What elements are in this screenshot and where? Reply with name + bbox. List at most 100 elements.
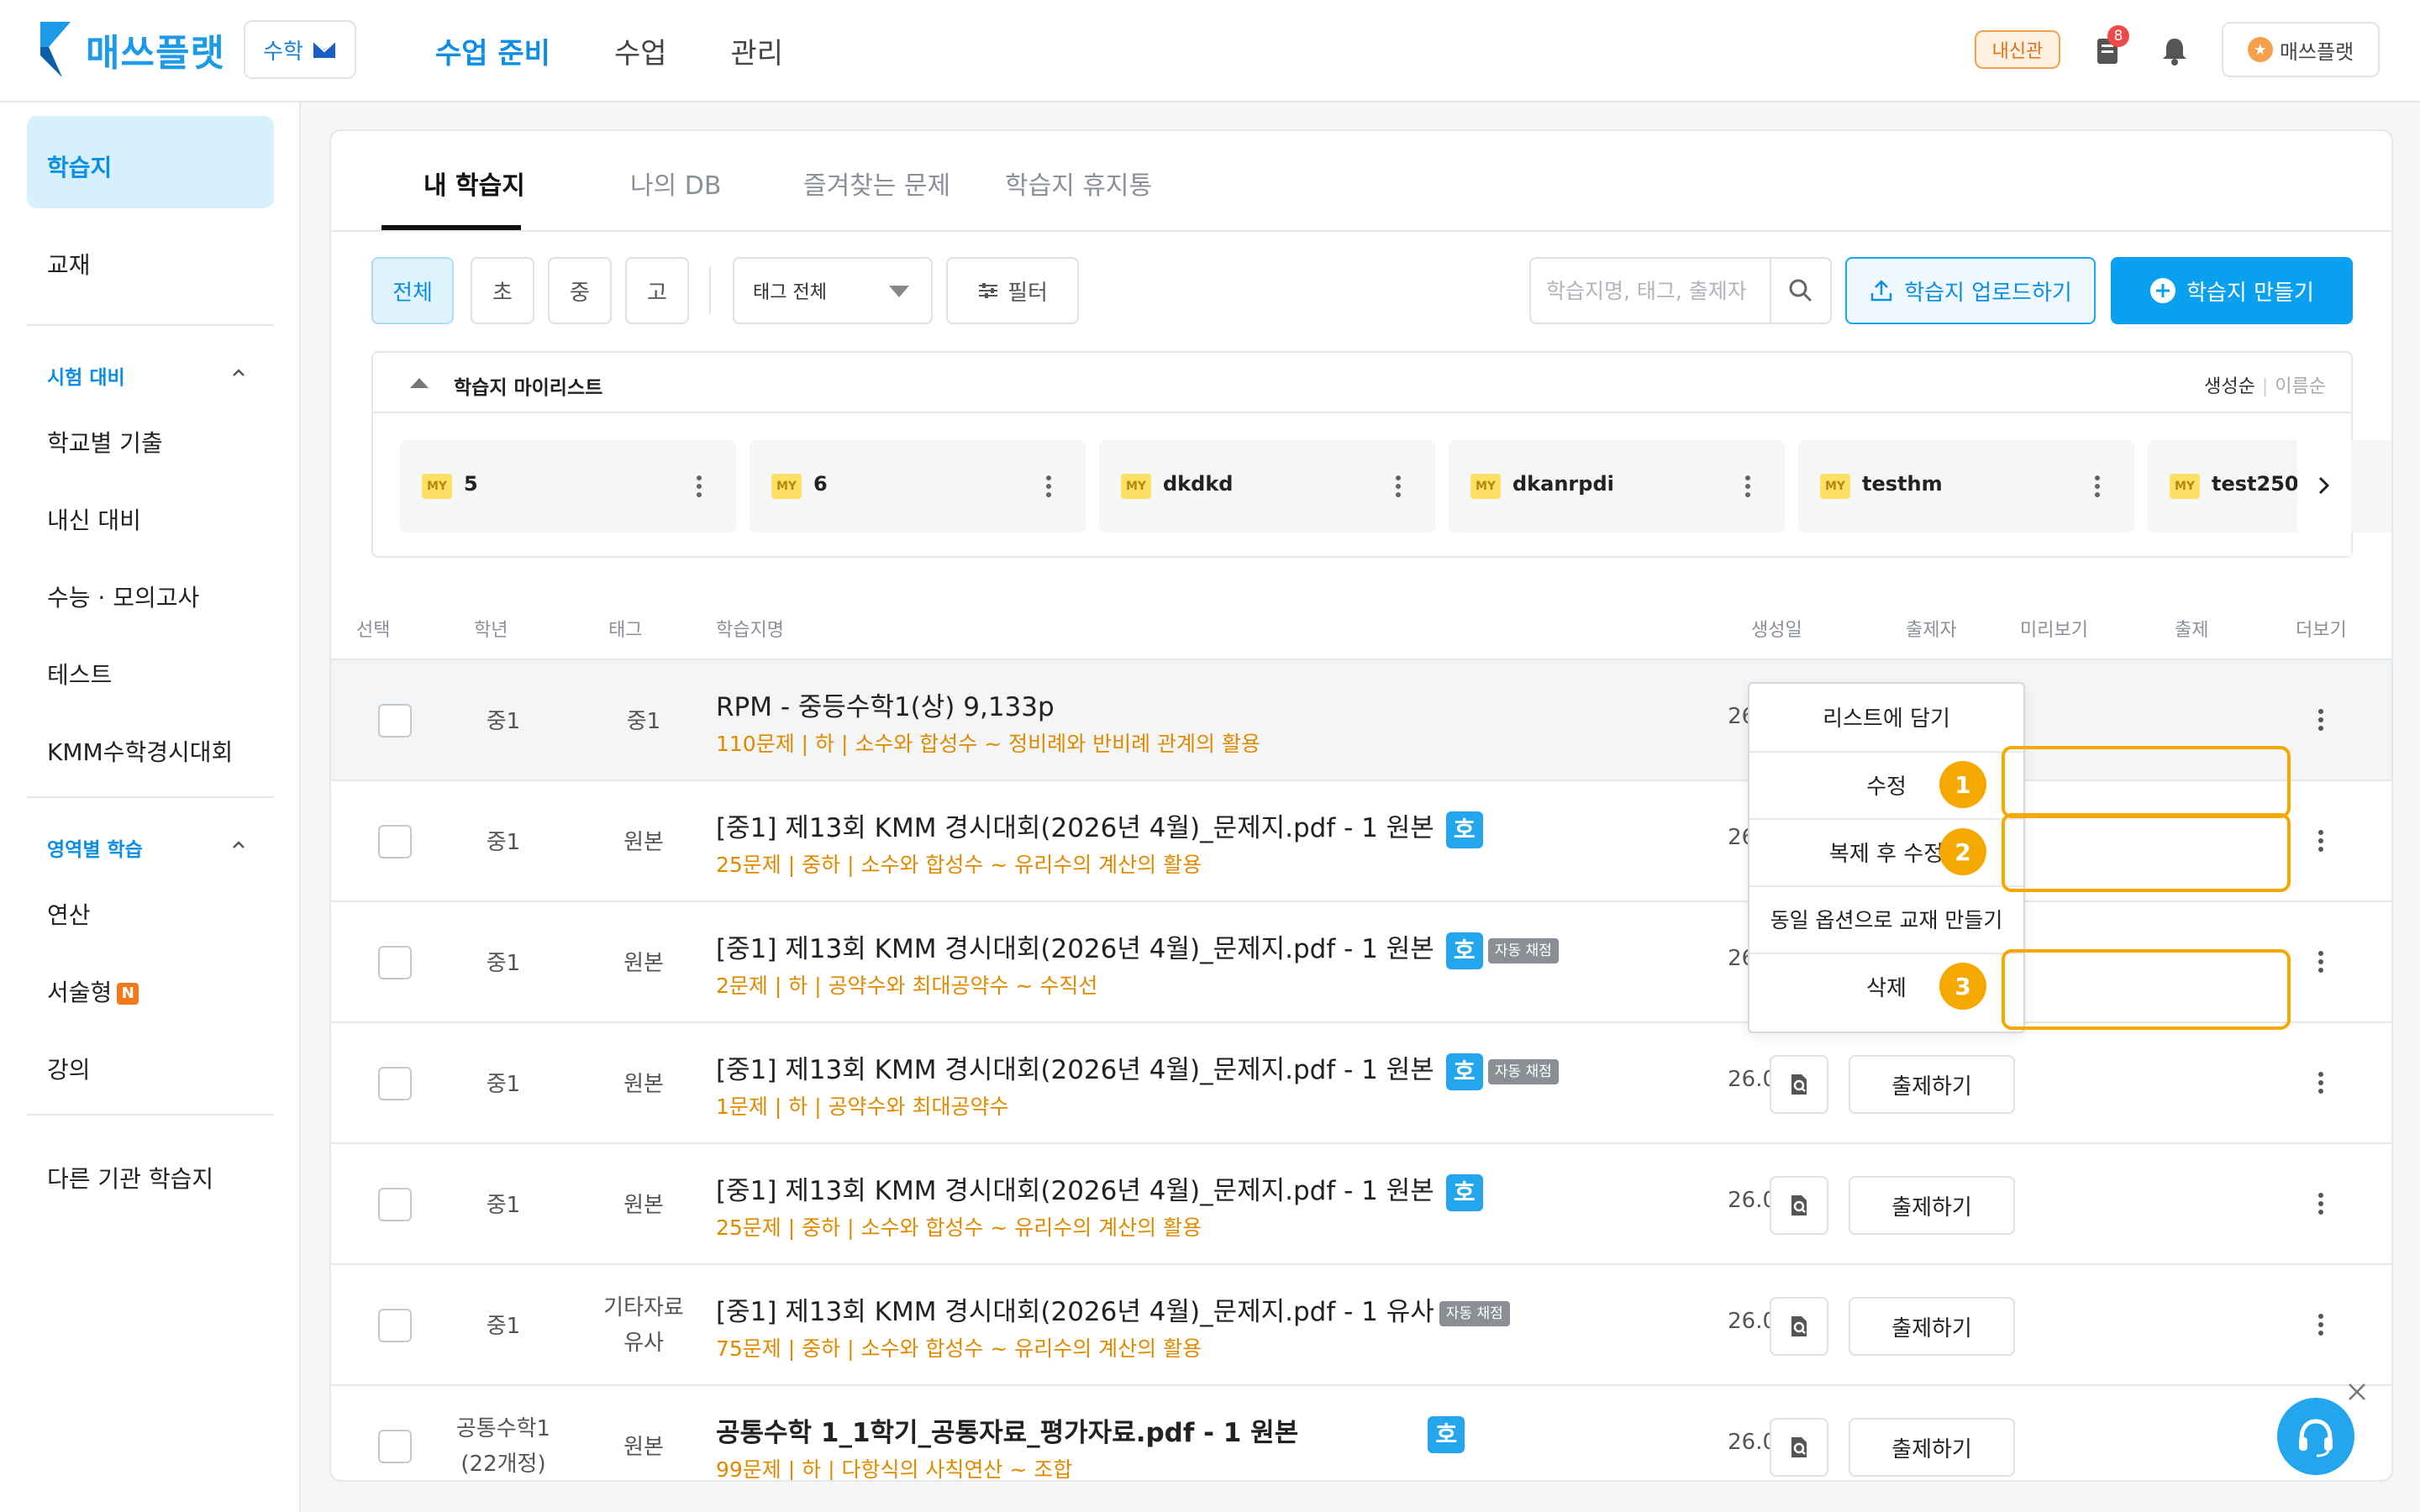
sidebar-item-test[interactable]: 테스트	[47, 657, 112, 690]
worksheet-title[interactable]: [중1] 제13회 KMM 경시대회(2026년 4월)_문제지.pdf - 1…	[716, 1048, 1559, 1090]
sliders-icon	[979, 283, 998, 298]
create-worksheet-button[interactable]: 학습지 만들기	[2111, 257, 2353, 324]
filter-all[interactable]: 전체	[371, 257, 454, 324]
sidebar-item-kmm[interactable]: KMM수학경시대회	[47, 734, 233, 768]
close-icon[interactable]	[2346, 1381, 2368, 1403]
row-tag: 중1	[626, 709, 661, 734]
my-tag-icon: MY	[2170, 474, 2200, 499]
sidebar-item-school-past[interactable]: 학교별 기출	[47, 425, 163, 459]
menu-make-textbook[interactable]: 동일 옵션으로 교재 만들기	[1749, 885, 2023, 951]
row-checkbox[interactable]	[378, 1188, 412, 1221]
collapse-icon[interactable]	[410, 378, 429, 388]
logo[interactable]: 매쓰플랫	[37, 22, 225, 77]
nav-class[interactable]: 수업	[614, 30, 667, 71]
my-tag-icon: MY	[1470, 474, 1501, 499]
chevron-up-icon[interactable]	[229, 835, 249, 855]
kebab-menu-icon[interactable]	[1045, 474, 1052, 499]
nav-manage[interactable]: 관리	[731, 30, 784, 71]
filter-elementary[interactable]: 초	[471, 257, 534, 324]
row-checkbox[interactable]	[378, 1309, 412, 1342]
filter-high[interactable]: 고	[625, 257, 689, 324]
sidebar-item-naesin[interactable]: 내신 대비	[47, 502, 141, 536]
tab-trash[interactable]: 학습지 휴지통	[1005, 165, 1152, 202]
search-input[interactable]	[1531, 259, 1771, 323]
logo-text: 매쓰플랫	[86, 32, 225, 75]
sort-name[interactable]: 이름순	[2275, 376, 2326, 397]
worksheet-title[interactable]: [중1] 제13회 KMM 경시대회(2026년 4월)_문제지.pdf - 1…	[716, 927, 1559, 969]
mylist-chip[interactable]: MY testhm	[1798, 440, 2134, 533]
sidebar-section-exam[interactable]: 시험 대비	[47, 361, 125, 390]
preview-button[interactable]	[1770, 1418, 1828, 1477]
mylist-chip-name: dkanrpdi	[1512, 472, 1614, 496]
sidebar-item-other-org[interactable]: 다른 기관 학습지	[47, 1161, 213, 1194]
preview-button[interactable]	[1770, 1055, 1828, 1114]
kebab-menu-icon[interactable]	[2317, 707, 2324, 732]
row-checkbox[interactable]	[378, 704, 412, 738]
row-grade: 중1	[486, 830, 521, 855]
worksheet-title[interactable]: RPM - 중등수학1(상) 9,133p	[716, 685, 1055, 723]
row-checkbox[interactable]	[378, 1430, 412, 1463]
kebab-menu-icon[interactable]	[2317, 1312, 2324, 1337]
upload-worksheet-button[interactable]: 학습지 업로드하기	[1845, 257, 2096, 324]
sidebar-item-calc[interactable]: 연산	[47, 897, 91, 931]
kebab-menu-icon[interactable]	[2317, 949, 2324, 974]
help-chat-button[interactable]	[2277, 1398, 2354, 1475]
worksheet-meta: 25문제 | 중하 | 소수와 합성수 ~ 유리수의 계산의 활용	[716, 853, 1202, 877]
my-list-title: 학습지 마이리스트	[454, 377, 603, 399]
chevron-up-icon[interactable]	[229, 363, 249, 383]
kebab-menu-icon[interactable]	[2317, 828, 2324, 853]
subject-switch-button[interactable]: 수학	[244, 20, 356, 79]
worksheet-title[interactable]: [중1] 제13회 KMM 경시대회(2026년 4월)_문제지.pdf - 1…	[716, 1169, 1483, 1211]
assign-button[interactable]: 출제하기	[1849, 1297, 2015, 1356]
ho-badge: 호	[1445, 1053, 1483, 1090]
row-checkbox[interactable]	[378, 1067, 412, 1100]
mylist-chip[interactable]: MY 6	[750, 440, 1086, 533]
callout-3: 3	[1939, 963, 1986, 1010]
filter-middle[interactable]: 중	[548, 257, 612, 324]
sidebar-section-area[interactable]: 영역별 학습	[47, 833, 143, 862]
mylist-next-button[interactable]	[2297, 415, 2351, 556]
kebab-menu-icon[interactable]	[1744, 474, 1751, 499]
assign-button[interactable]: 출제하기	[1849, 1176, 2015, 1235]
naesin-button[interactable]: 내신관	[1975, 30, 2060, 69]
kebab-menu-icon[interactable]	[696, 474, 702, 499]
worksheet-title[interactable]: [중1] 제13회 KMM 경시대회(2026년 4월)_문제지.pdf - 1…	[716, 1290, 1510, 1328]
mylist-chip[interactable]: MY dkdkd	[1099, 440, 1435, 533]
menu-add-to-list[interactable]: 리스트에 담기	[1749, 684, 2023, 749]
row-checkbox[interactable]	[378, 946, 412, 979]
filter-button[interactable]: 필터	[946, 257, 1079, 324]
preview-button[interactable]	[1770, 1297, 1828, 1356]
mylist-chip[interactable]: MY dkanrpdi	[1449, 440, 1785, 533]
mylist-chip[interactable]: MY test2502	[2148, 440, 2391, 533]
kebab-menu-icon[interactable]	[2317, 1070, 2324, 1095]
profile-button[interactable]: ★ 매쓰플랫	[2222, 22, 2380, 77]
col-date: 생성일	[1751, 620, 1802, 641]
ho-badge: 호	[1445, 1173, 1483, 1211]
tab-favorites[interactable]: 즐겨찾는 문제	[803, 165, 950, 202]
tab-my-db[interactable]: 나의 DB	[630, 165, 721, 202]
tag-select[interactable]: 태그 전체	[733, 257, 933, 324]
tab-my-worksheet[interactable]: 내 학습지	[424, 165, 525, 202]
kebab-menu-icon[interactable]	[2317, 1191, 2324, 1216]
sidebar-item-lecture[interactable]: 강의	[47, 1052, 91, 1085]
mylist-chip[interactable]: MY 5	[400, 440, 736, 533]
main-nav: 수업 준비 수업 관리	[403, 0, 815, 101]
sidebar-item-textbook[interactable]: 교재	[47, 247, 91, 281]
sidebar-item-essay[interactable]: 서술형 N	[47, 974, 139, 1008]
worksheet-title[interactable]: 공통수학 1_1학기_공통자료_평가자료.pdf - 1 원본 호	[716, 1411, 1465, 1453]
kebab-menu-icon[interactable]	[1395, 474, 1402, 499]
row-checkbox[interactable]	[378, 825, 412, 858]
preview-button[interactable]	[1770, 1176, 1828, 1235]
my-tag-icon: MY	[1121, 474, 1151, 499]
table-row: 공통수학1 (22개정) 원본 공통수학 1_1학기_공통자료_평가자료.pdf - …	[331, 1384, 2391, 1480]
bell-icon[interactable]	[2158, 34, 2191, 67]
chevron-right-icon	[2318, 476, 2330, 495]
worksheet-title[interactable]: [중1] 제13회 KMM 경시대회(2026년 4월)_문제지.pdf - 1…	[716, 806, 1483, 848]
assign-button[interactable]: 출제하기	[1849, 1418, 2015, 1477]
sidebar-item-suneung[interactable]: 수능 · 모의고사	[47, 580, 199, 613]
assign-button[interactable]: 출제하기	[1849, 1055, 2015, 1114]
nav-class-prep[interactable]: 수업 준비	[435, 30, 550, 71]
search-button[interactable]	[1770, 259, 1830, 323]
sort-created[interactable]: 생성순	[2204, 376, 2255, 397]
kebab-menu-icon[interactable]	[2094, 474, 2101, 499]
